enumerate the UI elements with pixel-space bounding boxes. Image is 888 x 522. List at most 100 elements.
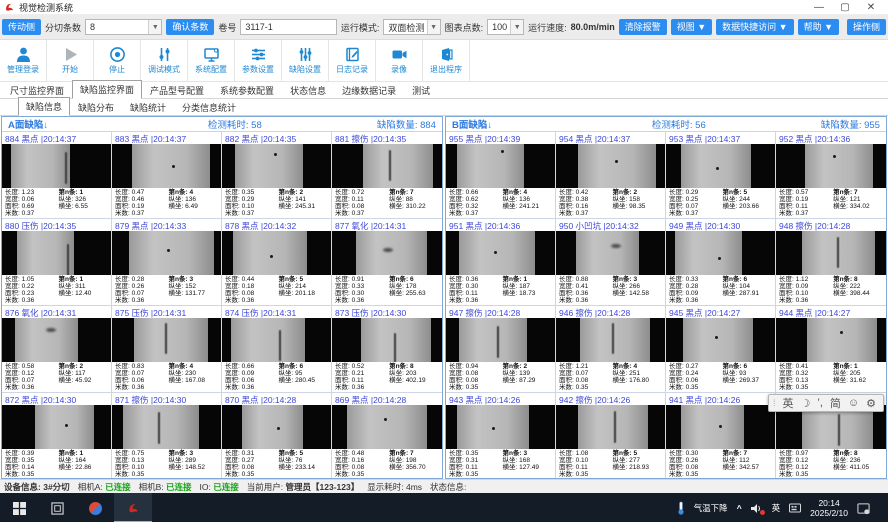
- defect-cell-944[interactable]: 944 黑点 |20:14:27长度: 0.41宽度: 0.32面积: 0.13…: [776, 306, 886, 393]
- defect-metadata: 长度: 0.66宽度: 0.09面积: 0.06米数: 0.36第n条: 6纵坐…: [222, 362, 331, 392]
- operation-side-button[interactable]: 操作侧: [847, 19, 886, 35]
- defect-cell-875[interactable]: 875 压伤 |20:14:31长度: 0.83宽度: 0.07面积: 0.06…: [112, 306, 222, 393]
- taskbar-clock[interactable]: 20:14 2025/2/10: [810, 498, 848, 518]
- minimize-button[interactable]: —: [806, 1, 832, 14]
- defect-cell-876[interactable]: 876 氧化 |20:14:31长度: 0.58宽度: 0.12面积: 0.07…: [2, 306, 112, 393]
- defect-cell-878[interactable]: 878 黑点 |20:14:32长度: 0.44宽度: 0.18面积: 0.08…: [222, 219, 332, 306]
- defect-cell-870[interactable]: 870 黑点 |20:14:28长度: 0.31宽度: 0.27面积: 0.08…: [222, 393, 332, 479]
- defect-cell-872[interactable]: 872 黑点 |20:14:30长度: 0.39宽度: 0.35面积: 0.14…: [2, 393, 112, 479]
- defect-cell-950[interactable]: 950 小凹坑 |20:14:32长度: 0.88宽度: 0.41面积: 0.3…: [556, 219, 666, 306]
- defect-cell-946[interactable]: 946 擦伤 |20:14:28长度: 1.21宽度: 0.07面积: 0.08…: [556, 306, 666, 393]
- meta-m: 米数: 0.35: [225, 471, 279, 478]
- defect-cell-955[interactable]: 955 黑点 |20:14:39长度: 0.66宽度: 0.62面积: 0.32…: [446, 132, 556, 219]
- toolbar-button-exit[interactable]: 退出程序: [423, 40, 470, 81]
- help-menu-button[interactable]: 帮助 ▼: [798, 19, 839, 35]
- meta-len: 长度: 0.35: [225, 189, 279, 196]
- defect-cell-949[interactable]: 949 黑点 |20:14:30长度: 0.33宽度: 0.28面积: 0.09…: [666, 219, 776, 306]
- toolbar-button-log[interactable]: 日志记录: [329, 40, 376, 81]
- chart-points-select[interactable]: 100 ▼: [487, 19, 524, 35]
- drive-side-button[interactable]: 传动侧: [2, 19, 41, 35]
- defect-cell-942[interactable]: 942 擦伤 |20:14:26长度: 1.08宽度: 0.10面积: 0.11…: [556, 393, 666, 479]
- defect-image: [332, 405, 442, 449]
- ime-floating-bar[interactable]: ⁞ 英 ☽ ’, 简 ☺ ⚙: [768, 394, 884, 412]
- material-strip: [675, 231, 743, 275]
- run-mode-select[interactable]: 双面检测 ▼: [383, 19, 440, 35]
- sub-tab-0[interactable]: 缺陷信息: [18, 97, 70, 116]
- toolbar-button-defect[interactable]: 缺陷设置: [282, 40, 329, 81]
- meta-ycoord: 纵坐: 88: [389, 196, 439, 203]
- notification-center-icon[interactable]: [857, 502, 870, 515]
- defect-cell-953[interactable]: 953 黑点 |20:14:37长度: 0.29宽度: 0.25面积: 0.07…: [666, 132, 776, 219]
- main-tab-5[interactable]: 边缘数据记录: [334, 81, 404, 99]
- defect-cell-869[interactable]: 869 黑点 |20:14:28长度: 0.48宽度: 0.16面积: 0.08…: [332, 393, 442, 479]
- toolbar-button-play[interactable]: 开始: [47, 40, 94, 81]
- meta-wid: 宽度: 0.33: [335, 283, 389, 290]
- meta-len: 长度: 1.12: [779, 276, 833, 283]
- defect-cell-879[interactable]: 879 黑点 |20:14:33长度: 0.28宽度: 0.26面积: 0.07…: [112, 219, 222, 306]
- meta-len: 长度: 0.47: [115, 189, 169, 196]
- defect-cell-941[interactable]: 941 黑点 |20:14:26长度: 0.30宽度: 0.26面积: 0.08…: [666, 393, 776, 479]
- meta-len: 长度: 0.31: [225, 450, 279, 457]
- defect-cell-header: 884 黑点 |20:14:37: [2, 132, 111, 144]
- clear-alarm-button[interactable]: 清除报警: [619, 19, 667, 35]
- main-tab-2[interactable]: 产品型号配置: [142, 81, 212, 99]
- defect-cell-952[interactable]: 952 黑点 |20:14:36长度: 0.57宽度: 0.19面积: 0.11…: [776, 132, 886, 219]
- ime-emoji-button[interactable]: ☺: [848, 397, 859, 409]
- toolbar-button-params[interactable]: 参数设置: [235, 40, 282, 81]
- defect-cell-880[interactable]: 880 压伤 |20:14:35长度: 1.05宽度: 0.22面积: 0.23…: [2, 219, 112, 306]
- taskbar-app-detection-system[interactable]: [114, 493, 152, 522]
- defect-cell-header: 942 擦伤 |20:14:26: [556, 393, 665, 405]
- defect-cell-877[interactable]: 877 氧化 |20:14:31长度: 0.91宽度: 0.33面积: 0.30…: [332, 219, 442, 306]
- main-tab-3[interactable]: 系统参数配置: [212, 81, 282, 99]
- slit-count-select[interactable]: 8 ▼: [85, 19, 162, 35]
- volume-button[interactable]: [751, 503, 763, 514]
- main-tab-1[interactable]: 缺陷监控界面: [72, 80, 142, 99]
- toolbar-button-person[interactable]: 管理登录: [0, 40, 47, 81]
- sub-tab-1[interactable]: 缺陷分布: [70, 98, 122, 116]
- toolbar-button-monitor[interactable]: 系统配置: [188, 40, 235, 81]
- roll-number-input[interactable]: 3117-1: [240, 19, 337, 35]
- ime-simplified-toggle[interactable]: 简: [830, 395, 841, 411]
- toolbar-button-debug[interactable]: 调试模式: [141, 40, 188, 81]
- taskbar-app-browser[interactable]: [76, 493, 114, 522]
- sub-tab-2[interactable]: 缺陷统计: [122, 98, 174, 116]
- defect-cell-883[interactable]: 883 黑点 |20:14:37长度: 0.47宽度: 0.46面积: 0.19…: [112, 132, 222, 219]
- meta-wid: 宽度: 0.08: [449, 370, 503, 377]
- defect-cell-945[interactable]: 945 黑点 |20:14:27长度: 0.27宽度: 0.24面积: 0.06…: [666, 306, 776, 393]
- data-quick-access-button[interactable]: 数据快捷访问 ▼: [716, 19, 793, 35]
- ime-settings-button[interactable]: ⚙: [866, 397, 876, 410]
- ime-lang-toggle[interactable]: 英: [783, 395, 794, 411]
- ime-language-indicator[interactable]: 英: [772, 502, 781, 514]
- main-tab-4[interactable]: 状态信息: [282, 81, 334, 99]
- close-button[interactable]: ✕: [858, 1, 884, 14]
- defect-cell-947[interactable]: 947 擦伤 |20:14:28长度: 0.94宽度: 0.08面积: 0.08…: [446, 306, 556, 393]
- defect-cell-873[interactable]: 873 压伤 |20:14:30长度: 0.52宽度: 0.21面积: 0.11…: [332, 306, 442, 393]
- confirm-count-button[interactable]: 确认条数: [166, 19, 214, 35]
- meta-ycoord: 纵坐: 205: [833, 370, 883, 377]
- weather-text[interactable]: 气温下降: [694, 502, 728, 514]
- ime-fullhalf-toggle[interactable]: ☽: [801, 397, 811, 410]
- defect-cell-943[interactable]: 943 黑点 |20:14:26长度: 0.35宽度: 0.31面积: 0.11…: [446, 393, 556, 479]
- defect-cell-948[interactable]: 948 擦伤 |20:14:28长度: 1.12宽度: 0.09面积: 0.10…: [776, 219, 886, 306]
- task-view-button[interactable]: [38, 493, 76, 522]
- defect-cell-954[interactable]: 954 黑点 |20:14:37长度: 0.42宽度: 0.38面积: 0.16…: [556, 132, 666, 219]
- defect-cell-874[interactable]: 874 压伤 |20:14:31长度: 0.66宽度: 0.09面积: 0.06…: [222, 306, 332, 393]
- ime-drag-handle[interactable]: ⁞: [773, 398, 776, 408]
- tray-expand-arrow[interactable]: ^: [737, 503, 742, 513]
- maximize-button[interactable]: ▢: [832, 1, 858, 14]
- defect-cell-881[interactable]: 881 擦伤 |20:14:35长度: 0.72宽度: 0.11面积: 0.08…: [332, 132, 442, 219]
- view-menu-button[interactable]: 视图 ▼: [671, 19, 712, 35]
- defect-cell-951[interactable]: 951 黑点 |20:14:36长度: 0.36宽度: 0.30面积: 0.11…: [446, 219, 556, 306]
- toolbar-button-camera[interactable]: 录像: [376, 40, 423, 81]
- toolbar-button-stop[interactable]: 停止: [94, 40, 141, 81]
- debug-icon: [156, 46, 173, 63]
- ime-punctuation-toggle[interactable]: ’,: [817, 397, 823, 409]
- ime-keyboard-icon[interactable]: [789, 502, 801, 514]
- sub-tab-3[interactable]: 分类信息统计: [174, 98, 244, 116]
- defect-mark: [65, 152, 67, 183]
- defect-cell-871[interactable]: 871 擦伤 |20:14:30长度: 0.75宽度: 0.13面积: 0.10…: [112, 393, 222, 479]
- defect-cell-882[interactable]: 882 黑点 |20:14:35长度: 0.35宽度: 0.29面积: 0.10…: [222, 132, 332, 219]
- start-button[interactable]: [0, 493, 38, 522]
- main-tab-6[interactable]: 测试: [404, 81, 438, 99]
- defect-cell-884[interactable]: 884 黑点 |20:14:37长度: 1.23宽度: 0.06面积: 0.69…: [2, 132, 112, 219]
